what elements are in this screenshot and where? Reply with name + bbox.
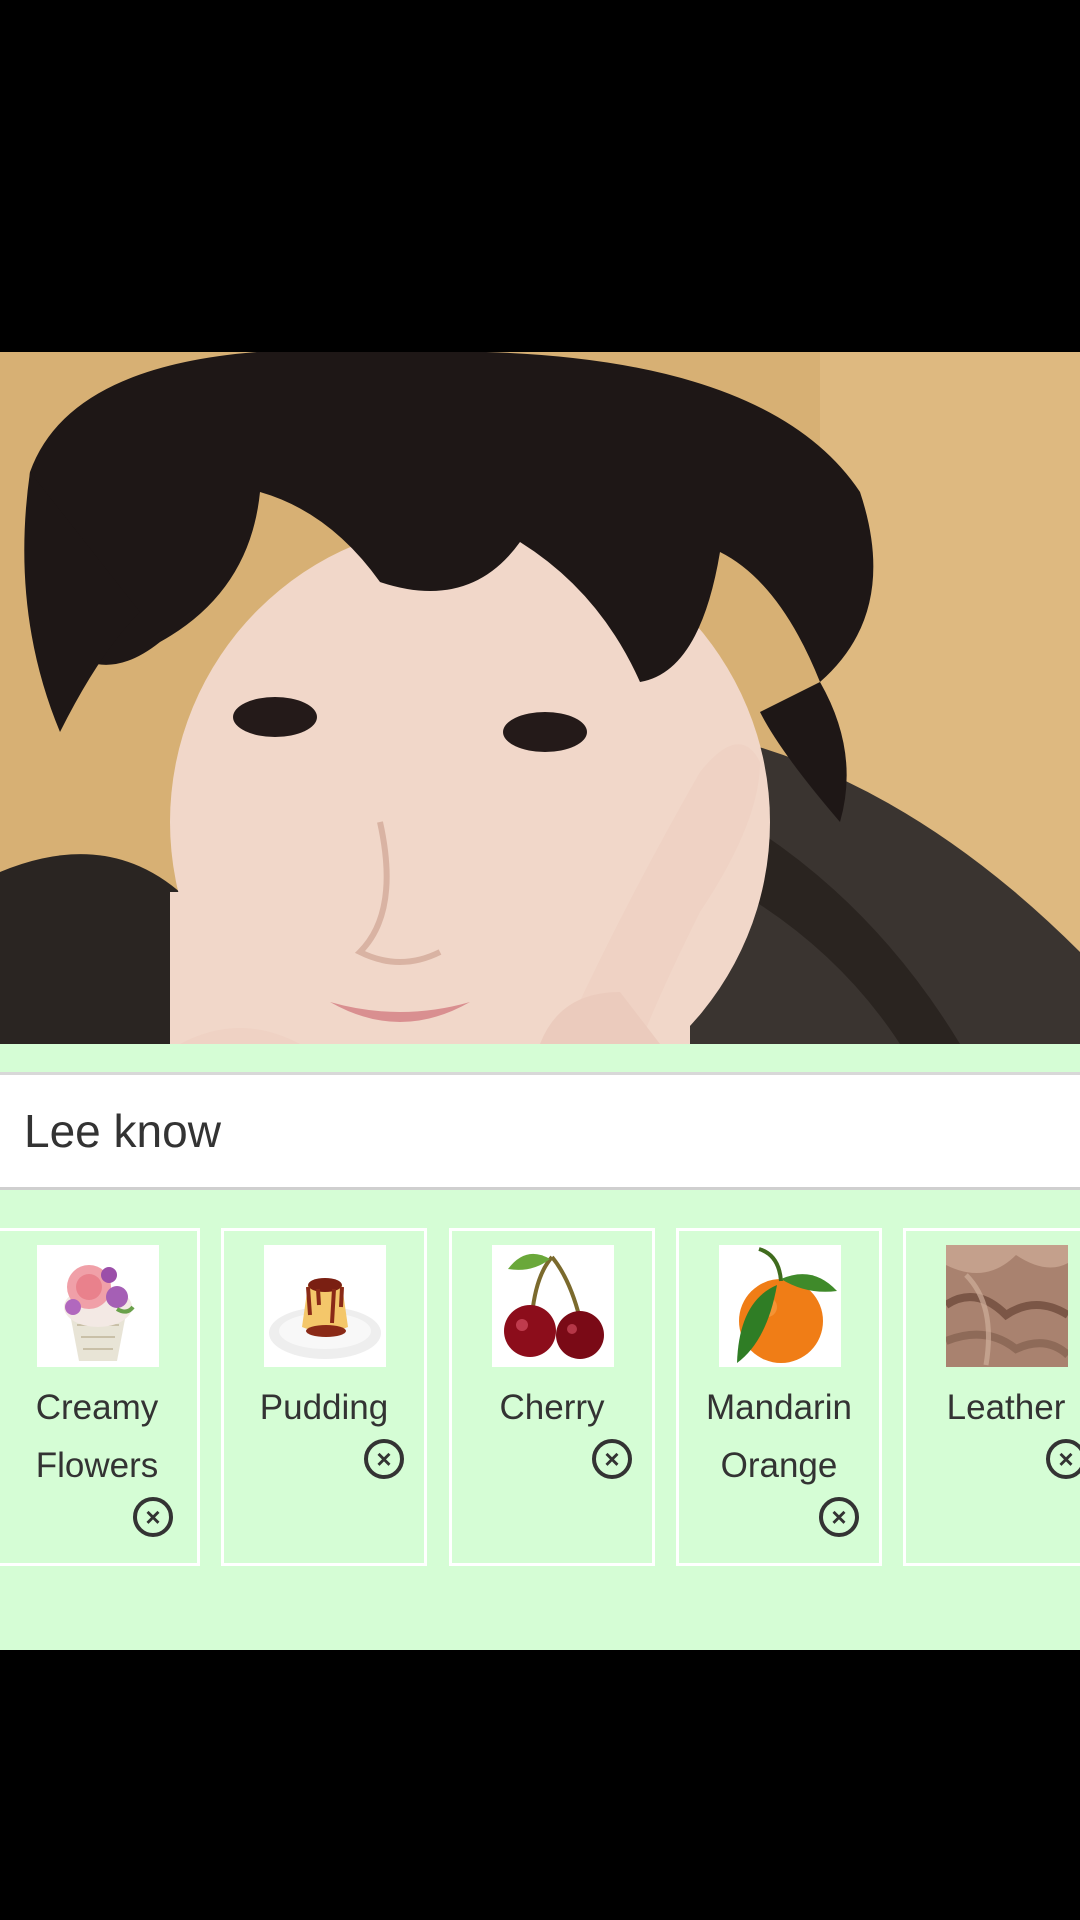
close-circle-icon[interactable]: ×: [1046, 1439, 1080, 1479]
item-card-creamy-flowers[interactable]: Creamy Flowers ×: [0, 1228, 200, 1566]
item-label: Leather: [946, 1388, 1066, 1427]
screen: Lee know Creamy Flowers × Pudding × Cher…: [0, 0, 1080, 1920]
item-list[interactable]: Creamy Flowers × Pudding × Cherry × Mand…: [0, 1228, 1080, 1568]
selection-panel: Lee know Creamy Flowers × Pudding × Cher…: [0, 1044, 1080, 1650]
item-card-mandarin-orange[interactable]: Mandarin Orange ×: [676, 1228, 882, 1566]
item-card-leather[interactable]: Leather ×: [903, 1228, 1080, 1566]
leather-thumbnail: [946, 1245, 1068, 1367]
item-label: Mandarin Orange: [706, 1388, 852, 1485]
cherry-thumbnail: [492, 1245, 614, 1367]
cupcake-flowers-thumbnail: [37, 1245, 159, 1367]
close-circle-icon[interactable]: ×: [133, 1497, 173, 1537]
mandarin-orange-thumbnail: [719, 1245, 841, 1367]
item-card-cherry[interactable]: Cherry ×: [449, 1228, 655, 1566]
item-card-pudding[interactable]: Pudding ×: [221, 1228, 427, 1566]
profile-name: Lee know: [24, 1105, 221, 1157]
item-label: Creamy Flowers: [35, 1388, 159, 1485]
close-circle-icon[interactable]: ×: [819, 1497, 859, 1537]
item-label: Cherry: [499, 1388, 605, 1427]
item-label: Pudding: [259, 1388, 389, 1427]
close-circle-icon[interactable]: ×: [592, 1439, 632, 1479]
close-circle-icon[interactable]: ×: [364, 1439, 404, 1479]
profile-photo: [0, 352, 1080, 1044]
pudding-thumbnail: [264, 1245, 386, 1367]
name-field[interactable]: Lee know: [0, 1072, 1080, 1190]
